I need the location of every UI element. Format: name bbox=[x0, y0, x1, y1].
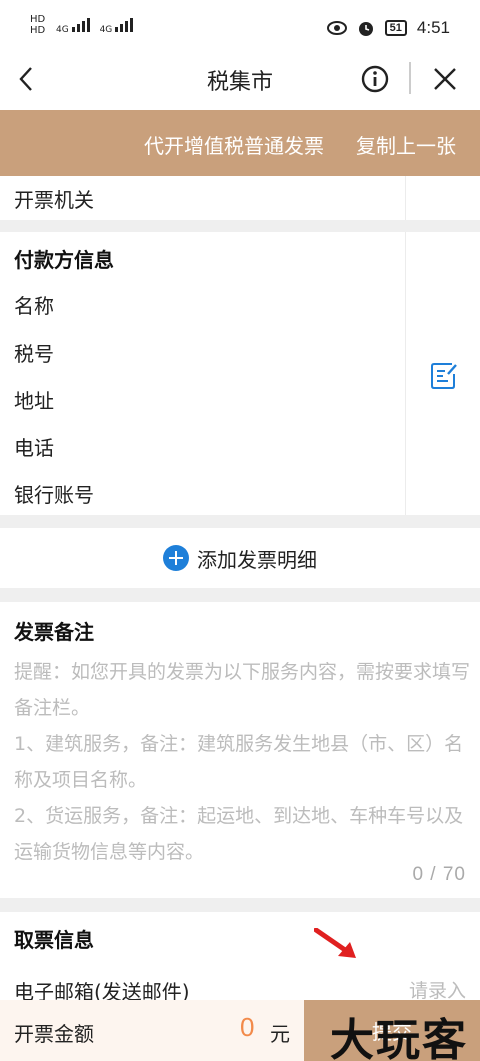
signal-bars-icon bbox=[71, 16, 90, 32]
edit-icon[interactable] bbox=[428, 360, 460, 392]
payer-info-card: 付款方信息 名称 税号 地址 电话 银行账号 bbox=[0, 232, 480, 515]
alarm-icon bbox=[358, 22, 373, 36]
status-bar: HD HD 4G 4G 51 4:51 bbox=[0, 0, 480, 56]
red-arrow-icon bbox=[314, 928, 356, 958]
email-input[interactable]: 请录入 bbox=[409, 976, 466, 1003]
signal-bars-icon bbox=[115, 16, 134, 32]
pickup-section-title: 取票信息 bbox=[14, 928, 94, 952]
remark-placeholder: 提醒：如您开具的发票为以下服务内容，需按要求填写备注栏。 1、建筑服务，备注：建… bbox=[14, 661, 471, 863]
signal-group: 4G 4G bbox=[56, 16, 134, 35]
amount-unit: 元 bbox=[270, 1022, 290, 1046]
payer-name-field[interactable]: 名称 bbox=[14, 290, 54, 319]
payer-bank-account-field[interactable]: 银行账号 bbox=[14, 479, 94, 508]
add-detail-button[interactable]: 添加发票明细 bbox=[0, 528, 480, 588]
signal-2: 4G bbox=[100, 16, 134, 35]
remark-section-title: 发票备注 bbox=[14, 620, 94, 644]
payer-address-field[interactable]: 地址 bbox=[14, 385, 54, 414]
clock: 4:51 bbox=[416, 18, 450, 37]
issuing-authority-row[interactable]: 开票机关 bbox=[0, 176, 480, 220]
amount-label: 开票金额 bbox=[14, 1022, 94, 1046]
payer-divider bbox=[405, 232, 406, 515]
payer-phone-field[interactable]: 电话 bbox=[14, 432, 54, 461]
payer-taxid-field[interactable]: 税号 bbox=[14, 338, 54, 367]
invoice-type-banner: 代开增值税普通发票 复制上一张 bbox=[0, 110, 480, 176]
remark-card: 发票备注 提醒：如您开具的发票为以下服务内容，需按要求填写备注栏。 1、建筑服务… bbox=[0, 602, 480, 898]
page-title: 税集市 bbox=[206, 70, 273, 95]
close-icon[interactable] bbox=[430, 64, 460, 94]
battery-icon: 51 bbox=[384, 20, 407, 36]
eye-icon bbox=[326, 21, 347, 35]
add-detail-card[interactable]: 添加发票明细 bbox=[0, 528, 480, 588]
signal-1: 4G bbox=[56, 16, 90, 35]
row-divider bbox=[405, 176, 406, 220]
network-label-2: 4G bbox=[99, 25, 113, 35]
nav-divider bbox=[409, 62, 411, 94]
copy-last-button[interactable]: 复制上一张 bbox=[356, 130, 456, 159]
status-right: 51 4:51 bbox=[326, 18, 450, 38]
hd-indicator-2: HD bbox=[30, 25, 46, 36]
invoice-type-button[interactable]: 代开增值税普通发票 bbox=[144, 130, 324, 159]
add-detail-label: 添加发票明细 bbox=[197, 547, 317, 572]
plus-circle-icon bbox=[163, 545, 189, 571]
pickup-card: 取票信息 电子邮箱(发送邮件) 请录入 bbox=[0, 912, 480, 1004]
hd-indicators: HD HD bbox=[30, 14, 45, 36]
watermark-logo: 大玩客 bbox=[330, 1015, 468, 1061]
info-icon[interactable] bbox=[360, 64, 390, 94]
remark-textarea[interactable]: 提醒：如您开具的发票为以下服务内容，需按要求填写备注栏。 1、建筑服务，备注：建… bbox=[14, 654, 470, 870]
remark-char-count: 0 / 70 bbox=[412, 864, 466, 885]
hd-indicator-1: HD bbox=[30, 14, 46, 25]
network-label-1: 4G bbox=[56, 25, 69, 35]
nav-bar: 税集市 bbox=[0, 56, 480, 110]
amount-value: 0 bbox=[240, 1012, 255, 1042]
payer-section-title: 付款方信息 bbox=[14, 248, 114, 272]
issuing-authority-label: 开票机关 bbox=[14, 188, 94, 212]
